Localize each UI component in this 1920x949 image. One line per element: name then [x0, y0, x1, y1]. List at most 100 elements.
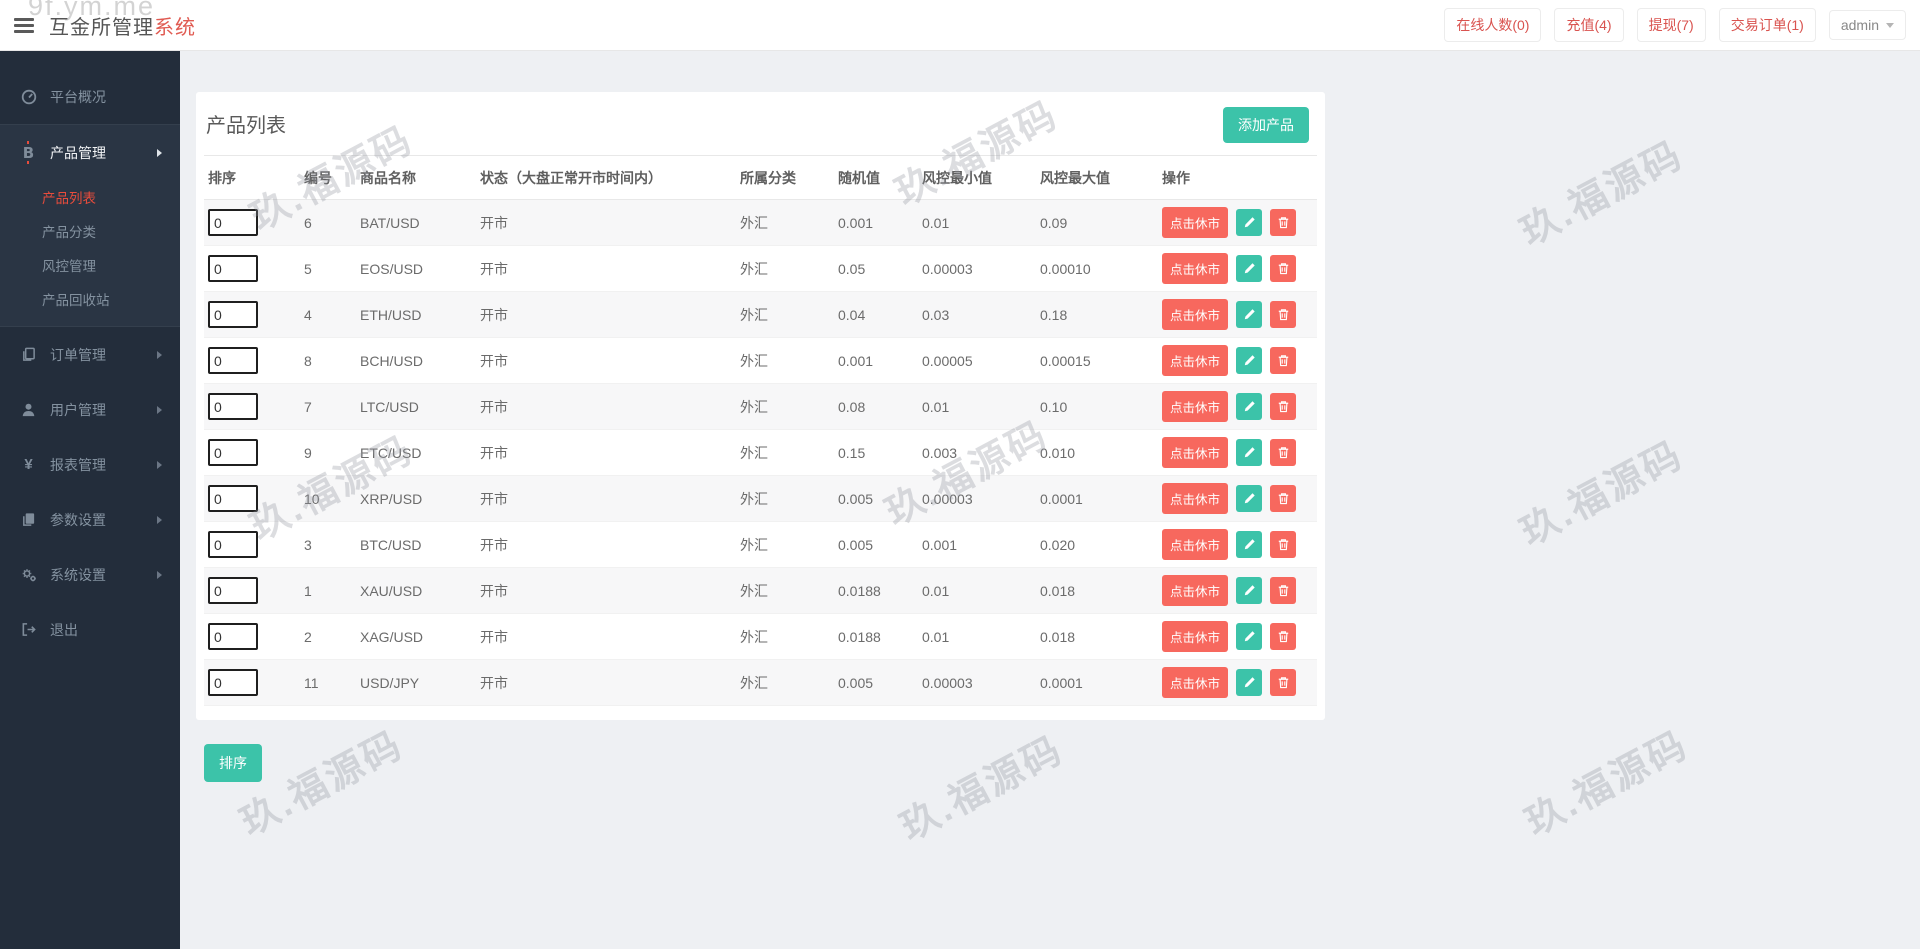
risk-max-value: 0.00015 — [1036, 337, 1158, 384]
table-row: 8BCH/USD开市外汇0.0010.000050.00015点击休市 — [204, 337, 1317, 384]
edit-button[interactable] — [1236, 577, 1263, 604]
user-icon — [20, 402, 37, 417]
sort-button[interactable]: 排序 — [204, 744, 262, 782]
add-product-button[interactable]: 添加产品 — [1223, 107, 1309, 143]
column-header-risk-max: 风控最大值 — [1036, 155, 1158, 200]
sort-order-input[interactable] — [208, 393, 258, 420]
product-name: BAT/USD — [356, 199, 476, 246]
sidebar-item-platform-overview[interactable]: 平台概况 — [0, 69, 180, 124]
pencil-icon — [1244, 447, 1255, 458]
delete-button[interactable] — [1270, 393, 1297, 420]
sort-order-input[interactable] — [208, 577, 258, 604]
sort-order-input[interactable] — [208, 255, 258, 282]
risk-min-value: 0.01 — [918, 567, 1036, 614]
sidebar-item-system-settings[interactable]: 系统设置 — [0, 547, 180, 602]
pencil-icon — [1244, 585, 1255, 596]
sort-order-input[interactable] — [208, 623, 258, 650]
close-market-button[interactable]: 点击休市 — [1162, 529, 1229, 560]
edit-button[interactable] — [1236, 255, 1263, 282]
edit-button[interactable] — [1236, 393, 1263, 420]
delete-button[interactable] — [1270, 485, 1297, 512]
product-category: 外汇 — [736, 383, 834, 430]
sidebar-item-logout[interactable]: 退出 — [0, 602, 180, 657]
close-market-button[interactable]: 点击休市 — [1162, 621, 1229, 652]
risk-max-value: 0.018 — [1036, 567, 1158, 614]
random-value: 0.05 — [834, 245, 918, 292]
table-row: 4ETH/USD开市外汇0.040.030.18点击休市 — [204, 291, 1317, 338]
sidebar-item-product-list[interactable]: 产品列表 — [0, 180, 180, 214]
delete-button[interactable] — [1270, 439, 1297, 466]
product-id: 4 — [300, 291, 356, 338]
sidebar-item-user-management[interactable]: 用户管理 — [0, 382, 180, 437]
sort-order-input[interactable] — [208, 439, 258, 466]
close-market-button[interactable]: 点击休市 — [1162, 299, 1229, 330]
edit-button[interactable] — [1236, 347, 1263, 374]
sidebar: 平台概况 B 产品管理 产品列表 产品分类 风控管理 产品回收站 订单管理 用户… — [0, 51, 180, 949]
withdraw-count-link[interactable]: 提现(7) — [1636, 8, 1706, 42]
sort-order-input[interactable] — [208, 485, 258, 512]
sidebar-item-product-recycle-bin[interactable]: 产品回收站 — [0, 282, 180, 316]
edit-button[interactable] — [1236, 485, 1263, 512]
sort-order-input[interactable] — [208, 347, 258, 374]
sidebar-item-order-management[interactable]: 订单管理 — [0, 327, 180, 382]
admin-menu[interactable]: admin — [1828, 10, 1906, 40]
product-name: BCH/USD — [356, 337, 476, 384]
delete-button[interactable] — [1270, 209, 1297, 236]
close-market-button[interactable]: 点击休市 — [1162, 483, 1229, 514]
online-count-link[interactable]: 在线人数(0) — [1444, 8, 1542, 42]
risk-max-value: 0.09 — [1036, 199, 1158, 246]
close-market-button[interactable]: 点击休市 — [1162, 667, 1229, 698]
chevron-right-icon — [157, 570, 162, 579]
product-name: LTC/USD — [356, 383, 476, 430]
edit-button[interactable] — [1236, 669, 1263, 696]
sidebar-item-report-management[interactable]: ¥ 报表管理 — [0, 437, 180, 492]
sort-order-input[interactable] — [208, 669, 258, 696]
sort-order-input[interactable] — [208, 209, 258, 236]
chevron-right-icon — [157, 515, 162, 524]
edit-button[interactable] — [1236, 531, 1263, 558]
edit-button[interactable] — [1236, 439, 1263, 466]
table-row: 6BAT/USD开市外汇0.0010.010.09点击休市 — [204, 199, 1317, 246]
edit-button[interactable] — [1236, 301, 1263, 328]
pencil-icon — [1244, 217, 1255, 228]
edit-button[interactable] — [1236, 209, 1263, 236]
product-id: 2 — [300, 613, 356, 660]
pencil-icon — [1244, 493, 1255, 504]
delete-button[interactable] — [1270, 301, 1297, 328]
close-market-button[interactable]: 点击休市 — [1162, 345, 1229, 376]
random-value: 0.0188 — [834, 613, 918, 660]
sidebar-item-product-category[interactable]: 产品分类 — [0, 214, 180, 248]
close-market-button[interactable]: 点击休市 — [1162, 253, 1229, 284]
delete-button[interactable] — [1270, 577, 1297, 604]
app-title-primary: 互金所管理 — [49, 16, 154, 39]
chevron-right-icon — [157, 350, 162, 359]
product-status: 开市 — [476, 245, 736, 292]
close-market-button[interactable]: 点击休市 — [1162, 437, 1229, 468]
table-row: 7LTC/USD开市外汇0.080.010.10点击休市 — [204, 383, 1317, 430]
sidebar-item-risk-management[interactable]: 风控管理 — [0, 248, 180, 282]
risk-max-value: 0.020 — [1036, 521, 1158, 568]
edit-button[interactable] — [1236, 623, 1263, 650]
product-id: 10 — [300, 475, 356, 522]
close-market-button[interactable]: 点击休市 — [1162, 575, 1229, 606]
delete-button[interactable] — [1270, 623, 1297, 650]
delete-button[interactable] — [1270, 669, 1297, 696]
close-market-button[interactable]: 点击休市 — [1162, 207, 1229, 238]
close-market-button[interactable]: 点击休市 — [1162, 391, 1229, 422]
delete-button[interactable] — [1270, 347, 1297, 374]
sort-order-input[interactable] — [208, 531, 258, 558]
deposit-count-link[interactable]: 充值(4) — [1554, 8, 1624, 42]
main-content: 产品列表 添加产品 排序 编号 商品名称 状态（大盘正常开市时间内） 所属分类 … — [180, 51, 1920, 949]
risk-max-value: 0.0001 — [1036, 659, 1158, 706]
product-name: XAG/USD — [356, 613, 476, 660]
delete-button[interactable] — [1270, 255, 1297, 282]
sidebar-item-parameter-settings[interactable]: 参数设置 — [0, 492, 180, 547]
sidebar-group-product: B 产品管理 产品列表 产品分类 风控管理 产品回收站 — [0, 124, 180, 327]
sort-order-input[interactable] — [208, 301, 258, 328]
delete-button[interactable] — [1270, 531, 1297, 558]
trade-order-count-link[interactable]: 交易订单(1) — [1718, 8, 1816, 42]
menu-toggle-icon[interactable] — [14, 17, 34, 33]
sidebar-item-product-management[interactable]: B 产品管理 — [0, 125, 180, 180]
chevron-right-icon — [157, 460, 162, 469]
page-title: 产品列表 — [206, 115, 286, 137]
